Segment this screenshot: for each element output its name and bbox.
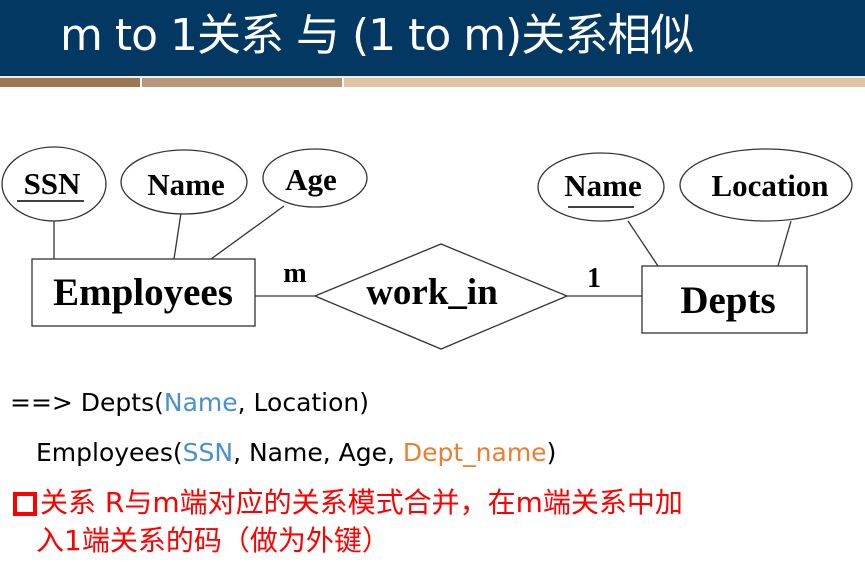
entity-label: Employees	[53, 271, 233, 314]
attribute-label: Name	[147, 167, 224, 202]
cardinality-1: 1	[587, 263, 601, 294]
location-connector	[777, 220, 792, 267]
attribute-dept-name: Name	[537, 152, 665, 222]
relationship-label: work_in	[366, 272, 498, 313]
entity-label: Depts	[680, 279, 775, 322]
dept-name-connector	[627, 220, 659, 267]
schema-employees: Employees(SSN, Name, Age, Dept_name)	[36, 438, 556, 467]
attribute-ssn: SSN	[1, 146, 107, 222]
emp-name-connector	[173, 212, 182, 260]
age-connector	[210, 205, 285, 260]
schema-text: ==> Depts(	[10, 388, 164, 417]
foreign-key: Dept_name	[402, 438, 547, 467]
schema-depts: ==> Depts(Name, Location)	[10, 388, 369, 417]
schema-text: , Name, Age,	[233, 438, 403, 467]
attribute-label: Age	[285, 162, 337, 197]
relationship-work-in: work_in	[313, 243, 569, 350]
note-line-2: 入1端关系的码（做为外键）	[36, 524, 390, 557]
primary-key: Name	[163, 388, 238, 417]
attribute-emp-name: Name	[120, 149, 248, 215]
attribute-location: Location	[679, 148, 853, 222]
attribute-label: SSN	[24, 166, 81, 201]
square-bullet-icon	[13, 492, 37, 516]
attribute-label: Name	[564, 168, 641, 203]
cardinality-m: m	[283, 258, 306, 289]
primary-key: SSN	[182, 438, 234, 467]
schema-text: Employees(	[36, 438, 183, 467]
entity-employees: Employees	[31, 258, 256, 327]
schema-text: , Location)	[237, 388, 370, 417]
attribute-label: Location	[711, 168, 828, 203]
schema-text: )	[546, 438, 557, 467]
attribute-age: Age	[262, 148, 368, 208]
note-line-1: 关系 R与m端对应的关系模式合并，在m端关系中加	[40, 486, 683, 519]
entity-depts: Depts	[641, 265, 808, 334]
